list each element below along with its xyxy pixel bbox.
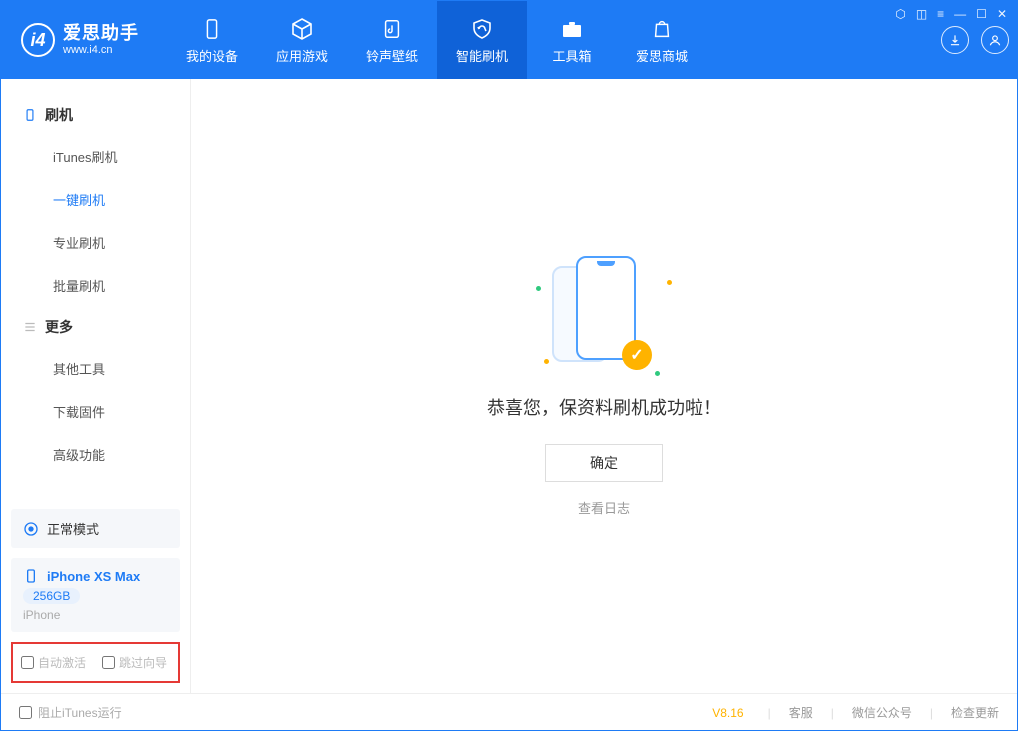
- device-type: iPhone: [23, 608, 60, 622]
- sidebar-item-other-tools[interactable]: 其他工具: [1, 347, 190, 390]
- sidebar-group-flash: 刷机: [1, 95, 190, 135]
- download-button[interactable]: [941, 26, 969, 54]
- flash-options-highlighted: 自动激活 跳过向导: [11, 642, 180, 683]
- tab-smart-flash[interactable]: 智能刷机: [437, 1, 527, 79]
- list-icon: [23, 320, 37, 334]
- bag-icon: [649, 16, 675, 42]
- sidebar-item-itunes-flash[interactable]: iTunes刷机: [1, 135, 190, 178]
- mode-icon: [23, 521, 39, 537]
- win-tshirt-icon[interactable]: ⬡: [895, 7, 905, 21]
- tab-ringtones-wallpapers[interactable]: 铃声壁纸: [347, 1, 437, 79]
- device-name: iPhone XS Max: [47, 569, 140, 584]
- device-mode[interactable]: 正常模式: [11, 509, 180, 548]
- view-log-link[interactable]: 查看日志: [578, 498, 630, 517]
- sidebar-item-advanced[interactable]: 高级功能: [1, 433, 190, 476]
- sidebar: 刷机 iTunes刷机 一键刷机 专业刷机 批量刷机 更多 其他工具 下载固件 …: [1, 79, 191, 693]
- tab-my-device[interactable]: 我的设备: [167, 1, 257, 79]
- block-itunes-checkbox[interactable]: 阻止iTunes运行: [19, 704, 122, 721]
- window-controls: ⬡ ◫ ≡ — ☐ ✕: [895, 7, 1007, 21]
- auto-activate-checkbox[interactable]: 自动激活: [21, 654, 86, 671]
- skip-guide-checkbox[interactable]: 跳过向导: [102, 654, 167, 671]
- sidebar-item-oneclick-flash[interactable]: 一键刷机: [1, 178, 190, 221]
- win-box-icon[interactable]: ◫: [916, 7, 927, 21]
- sidebar-item-batch-flash[interactable]: 批量刷机: [1, 264, 190, 307]
- ok-button[interactable]: 确定: [545, 444, 663, 482]
- check-icon: ✓: [622, 340, 652, 370]
- device-info[interactable]: iPhone XS Max 256GB iPhone: [11, 558, 180, 632]
- music-file-icon: [379, 16, 405, 42]
- main-tabs: 我的设备 应用游戏 铃声壁纸 智能刷机 工具箱 爱思商城: [167, 1, 707, 79]
- success-message: 恭喜您，保资料刷机成功啦！: [487, 394, 721, 420]
- cube-icon: [289, 16, 315, 42]
- sidebar-item-download-firmware[interactable]: 下载固件: [1, 390, 190, 433]
- success-illustration: ✓: [534, 256, 674, 376]
- phone-icon: [199, 16, 225, 42]
- account-button[interactable]: [981, 26, 1009, 54]
- app-url: www.i4.cn: [63, 44, 139, 56]
- minimize-button[interactable]: —: [954, 7, 966, 21]
- win-menu-icon[interactable]: ≡: [937, 7, 944, 21]
- footer-support-link[interactable]: 客服: [789, 704, 813, 721]
- tab-apps-games[interactable]: 应用游戏: [257, 1, 347, 79]
- phone-small-icon: [23, 568, 39, 584]
- device-capacity: 256GB: [23, 588, 80, 604]
- tab-toolbox[interactable]: 工具箱: [527, 1, 617, 79]
- app-logo: i4 爱思助手 www.i4.cn: [21, 23, 139, 57]
- footer-wechat-link[interactable]: 微信公众号: [852, 704, 912, 721]
- version-text: V8.16: [712, 706, 743, 720]
- tab-store[interactable]: 爱思商城: [617, 1, 707, 79]
- sidebar-item-pro-flash[interactable]: 专业刷机: [1, 221, 190, 264]
- status-bar: 阻止iTunes运行 V8.16 | 客服 | 微信公众号 | 检查更新: [1, 693, 1017, 731]
- sidebar-group-more: 更多: [1, 307, 190, 347]
- logo-icon: i4: [21, 23, 55, 57]
- refresh-shield-icon: [469, 16, 495, 42]
- close-button[interactable]: ✕: [997, 7, 1007, 21]
- briefcase-icon: [559, 16, 585, 42]
- main-content: ✓ 恭喜您，保资料刷机成功啦！ 确定 查看日志: [191, 79, 1017, 693]
- device-icon: [23, 108, 37, 122]
- maximize-button[interactable]: ☐: [976, 7, 987, 21]
- app-header: i4 爱思助手 www.i4.cn 我的设备 应用游戏 铃声壁纸 智能刷机 工具…: [1, 1, 1017, 79]
- app-name: 爱思助手: [63, 24, 139, 44]
- footer-update-link[interactable]: 检查更新: [951, 704, 999, 721]
